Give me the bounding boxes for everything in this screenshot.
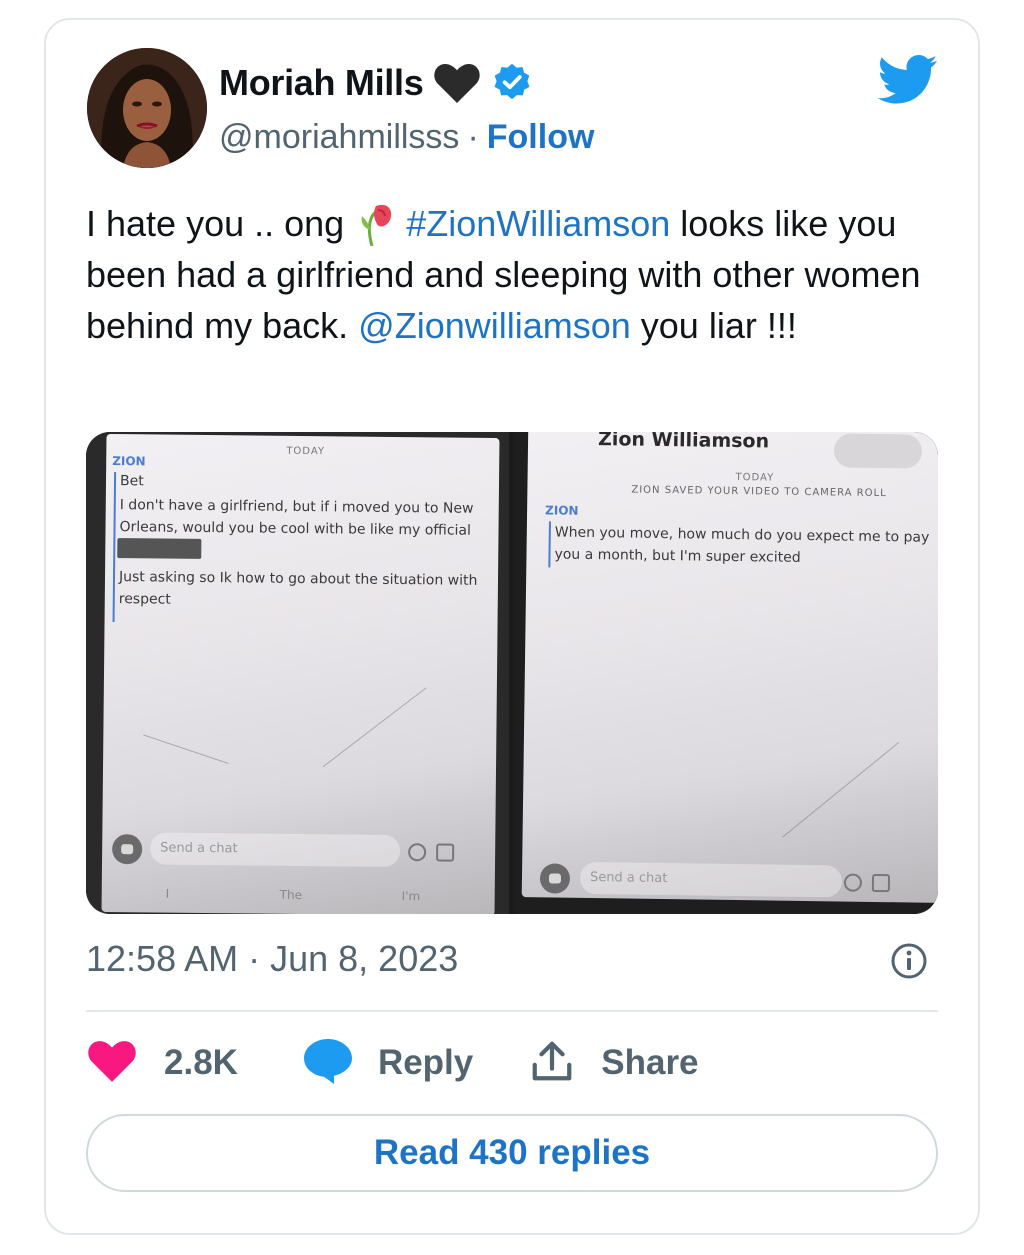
snap-message-3: Just asking so Ik how to go about the si… — [118, 569, 478, 608]
snap-camera-icon — [539, 863, 571, 894]
keyboard-suggestion: I'm — [401, 889, 421, 904]
snap-today-label: TODAY — [286, 445, 326, 458]
keyboard-suggestion: The — [279, 887, 303, 903]
tweet-timestamp[interactable]: 12:58 AM · Jun 8, 2023 — [86, 938, 458, 980]
tweet-text-part3: you liar !!! — [630, 305, 797, 346]
action-bar: 2.8K Reply Share — [86, 1036, 699, 1090]
snap-sender-label: ZION — [112, 454, 146, 469]
media-image-left[interactable]: TODAY ZION Bet I don't have a girlfriend… — [86, 432, 509, 914]
heart-icon — [86, 1038, 138, 1089]
wilted-rose-icon — [358, 202, 396, 247]
screen-crack — [322, 687, 427, 768]
snap-sticker-icon — [871, 873, 891, 893]
author-name[interactable]: Moriah Mills — [219, 62, 424, 104]
reply-label: Reply — [377, 1043, 474, 1082]
reply-button[interactable]: Reply — [302, 1037, 473, 1090]
snap-today-label: TODAY — [735, 471, 775, 484]
mention-link[interactable]: @Zionwilliamson — [358, 305, 631, 346]
snap-emoji-icon — [408, 843, 427, 862]
snap-message-2: I don't have a girlfriend, but if i move… — [119, 497, 474, 539]
verified-badge-icon — [491, 62, 533, 104]
snap-contact-name: Zion Williamson — [597, 432, 770, 453]
snap-call-buttons — [833, 433, 923, 469]
divider — [86, 1010, 938, 1012]
speech-bubble-icon — [302, 1037, 354, 1090]
author-name-row: Moriah Mills — [219, 58, 533, 108]
info-icon[interactable] — [890, 942, 928, 980]
like-button[interactable]: 2.8K — [86, 1038, 238, 1089]
share-upload-icon — [529, 1038, 575, 1089]
snap-saved-note: ZION SAVED YOUR VIDEO TO CAMERA ROLL — [631, 484, 887, 500]
keyboard-suggestion: I — [165, 886, 170, 901]
media-image-right[interactable]: Zion Williamson TODAY ZION SAVED YOUR VI… — [515, 432, 938, 914]
handle-row: @moriahmillsss · Follow — [219, 114, 594, 160]
screen-crack — [782, 741, 900, 838]
read-replies-button[interactable]: Read 430 replies — [86, 1114, 938, 1192]
black-heart-icon — [433, 61, 481, 105]
tweet-text-part1: I hate you .. ong — [86, 203, 345, 244]
hashtag-link[interactable]: #ZionWilliamson — [406, 203, 670, 244]
snap-emoji-icon — [843, 873, 863, 892]
snap-message-1: Bet — [119, 473, 144, 490]
share-label: Share — [601, 1043, 699, 1082]
screen-crack — [143, 734, 229, 765]
snap-sticker-icon — [436, 843, 455, 862]
follow-button[interactable]: Follow — [487, 118, 595, 157]
tweet-media[interactable]: TODAY ZION Bet I don't have a girlfriend… — [86, 432, 938, 914]
share-button[interactable]: Share — [529, 1038, 699, 1089]
snap-chat-input: Send a chat — [150, 832, 401, 868]
redacted-word — [117, 538, 202, 559]
avatar[interactable] — [87, 48, 207, 168]
screenshot-screen-right: Zion Williamson TODAY ZION SAVED YOUR VI… — [521, 432, 938, 903]
snap-message-bar — [548, 521, 551, 568]
twitter-bird-icon[interactable] — [877, 55, 938, 105]
snap-sender-label: ZION — [545, 503, 579, 518]
author-handle[interactable]: @moriahmillsss — [219, 118, 459, 157]
snap-message-bar — [112, 472, 117, 623]
screenshot-screen-left: TODAY ZION Bet I don't have a girlfriend… — [101, 433, 500, 914]
snap-chat-input: Send a chat — [579, 861, 843, 898]
snap-camera-icon — [112, 834, 143, 865]
like-count: 2.8K — [164, 1043, 238, 1082]
tweet-text: I hate you .. ong #ZionWilliamson looks l… — [86, 198, 956, 351]
separator-dot: · — [467, 117, 479, 156]
snap-message-1: When you move, how much do you expect me… — [554, 524, 930, 566]
